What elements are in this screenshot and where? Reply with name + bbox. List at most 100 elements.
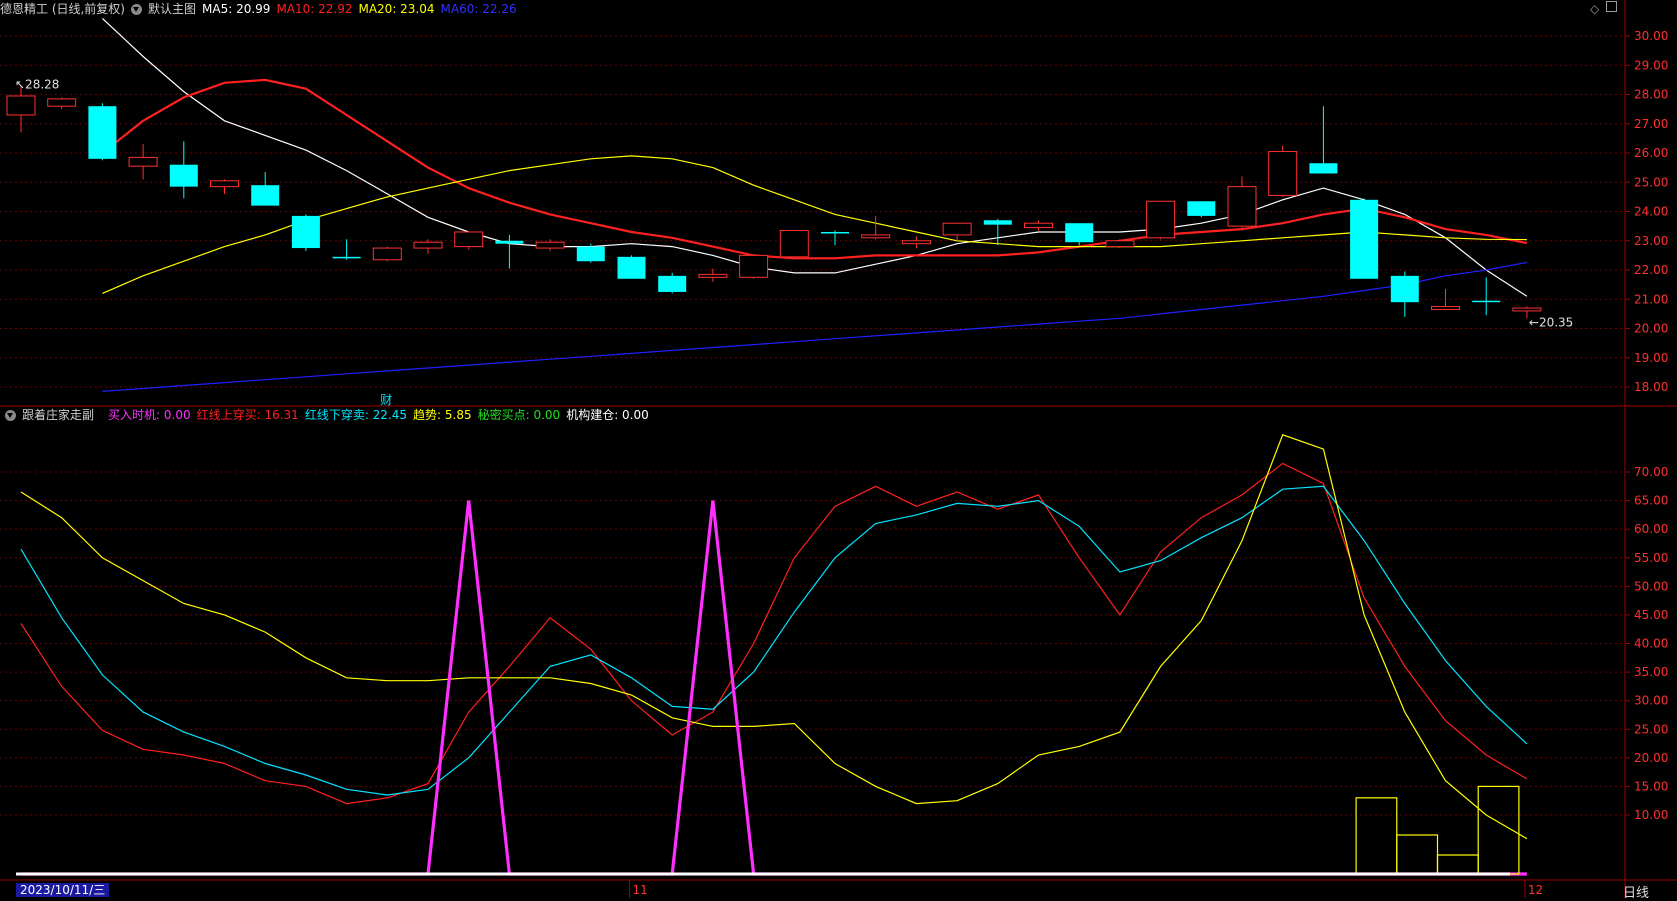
- candle-body: [495, 240, 524, 244]
- y-tick-label: 20.00: [1634, 751, 1668, 765]
- candle-body: [1431, 306, 1460, 310]
- date-cursor-label: 2023/10/11/三: [16, 883, 110, 897]
- candle-body: [739, 254, 769, 278]
- trend-label: 趋势: 5.85: [413, 408, 472, 422]
- candle-body: [1472, 300, 1501, 303]
- y-tick-label: 50.00: [1634, 579, 1668, 593]
- period-label[interactable]: 日线: [1623, 882, 1649, 901]
- y-tick-label: 10.00: [1634, 808, 1668, 822]
- buy-timing-line: [21, 500, 1527, 876]
- red-cross-down-label: 红线下穿卖: 22.45: [304, 408, 408, 422]
- candle-body: [291, 215, 320, 249]
- candle-body: [983, 220, 1012, 225]
- indicator-line-趋势: [20, 434, 1528, 840]
- candle-body: [576, 246, 605, 262]
- candle-body: [779, 230, 809, 258]
- candle-body: [210, 180, 239, 188]
- y-tick-label: 30.00: [1634, 29, 1668, 43]
- secret-buy-label: 秘密买点: 0.00: [477, 408, 561, 422]
- y-tick-label: 15.00: [1634, 779, 1668, 793]
- y-tick-label: 18.00: [1634, 380, 1668, 394]
- candle-body: [169, 164, 198, 187]
- trend-box: [1436, 854, 1479, 875]
- max-price-annotation: ↖28.28: [15, 77, 59, 91]
- candle-body: [1512, 307, 1542, 312]
- main-indicator-name[interactable]: 默认主图: [148, 0, 196, 18]
- candle-body: [1227, 186, 1257, 227]
- candle-body: [1309, 163, 1338, 174]
- y-tick-label: 25.00: [1634, 722, 1668, 736]
- stock-title[interactable]: 德恩精工 (日线,前复权): [0, 0, 125, 18]
- ma10-label: MA10: 22.92: [276, 2, 353, 16]
- candle-body: [1390, 275, 1419, 303]
- candle-body: [1268, 151, 1298, 196]
- dropdown-icon[interactable]: [5, 409, 16, 421]
- y-tick-label: 22.00: [1634, 263, 1668, 277]
- candle-body: [1105, 240, 1135, 248]
- candle-body: [901, 240, 931, 245]
- institution-label: 机构建仓: 0.00: [566, 408, 649, 422]
- y-tick-label: 19.00: [1634, 351, 1668, 365]
- y-tick-label: 30.00: [1634, 694, 1668, 708]
- y-tick-label: 70.00: [1634, 465, 1668, 479]
- ma20-label: MA20: 23.04: [358, 2, 435, 16]
- window-icon[interactable]: [1606, 1, 1617, 12]
- diamond-icon[interactable]: ◇: [1590, 2, 1599, 16]
- candle-body: [698, 273, 728, 278]
- candle-body: [1024, 222, 1053, 229]
- ma-line-ma5: [101, 17, 1528, 297]
- y-tick-label: 20.00: [1634, 322, 1668, 336]
- y-tick-label: 60.00: [1634, 522, 1668, 536]
- y-tick-label: 23.00: [1634, 234, 1668, 248]
- finance-marker: 财: [380, 393, 392, 407]
- candle-body: [617, 256, 646, 279]
- y-tick-label: 45.00: [1634, 608, 1668, 622]
- y-tick-label: 55.00: [1634, 551, 1668, 565]
- candle-body: [88, 106, 117, 159]
- candle-body: [1146, 200, 1176, 239]
- candle-body: [1350, 199, 1379, 279]
- y-tick-label: 24.00: [1634, 205, 1668, 219]
- red-cross-up-label: 红线上穿买: 16.31: [196, 408, 299, 422]
- candle-body: [372, 247, 402, 261]
- y-tick-label: 25.00: [1634, 175, 1668, 189]
- candle-body: [47, 98, 77, 107]
- candle-body: [413, 241, 443, 249]
- y-tick-label: 27.00: [1634, 117, 1668, 131]
- y-tick-label: 40.00: [1634, 637, 1668, 651]
- indicator-line-红线下穿卖: [20, 485, 1528, 796]
- chart-canvas[interactable]: 18.00 19.00 20.00 21.00 22.00 23.00 24.00 25.00…: [0, 0, 1677, 898]
- ma-line-ma60: [102, 261, 1528, 392]
- y-tick-label: 28.00: [1634, 88, 1668, 102]
- y-tick-label: 65.00: [1634, 494, 1668, 508]
- y-tick-label: 29.00: [1634, 58, 1668, 72]
- dropdown-icon[interactable]: [131, 3, 142, 15]
- candle-body: [251, 185, 280, 206]
- y-tick-label: 35.00: [1634, 665, 1668, 679]
- candle-body: [942, 222, 972, 236]
- candle-body: [6, 95, 36, 116]
- candle-body: [861, 234, 891, 239]
- sub-indicator-name[interactable]: 跟着庄家走副: [22, 406, 94, 424]
- candle-body: [821, 231, 849, 234]
- candle-body: [454, 231, 484, 248]
- buy-timing-label: 买入时机: 0.00: [108, 408, 191, 422]
- candle-body: [332, 256, 361, 259]
- min-price-annotation: ←20.35: [1529, 315, 1573, 329]
- trend-box: [1355, 797, 1398, 875]
- main-pane-header: 德恩精工 (日线,前复权) 默认主图 MA5: 20.99 MA10: 22.9…: [0, 0, 523, 18]
- candle-body: [1187, 201, 1216, 216]
- y-tick-label: 21.00: [1634, 292, 1668, 306]
- trend-box: [1396, 834, 1439, 875]
- sub-pane-header: 跟着庄家走副 买入时机: 0.00 红线上穿买: 16.31 红线下穿卖: 22…: [0, 406, 655, 424]
- indicator-line-红线上穿买: [20, 462, 1528, 805]
- candle-body: [1065, 223, 1094, 243]
- ma5-label: MA5: 20.99: [202, 2, 271, 16]
- y-tick-label: 26.00: [1634, 146, 1668, 160]
- candle-body: [658, 275, 687, 292]
- x-tick-label: 11: [633, 883, 648, 897]
- x-tick-label: 12: [1528, 883, 1543, 897]
- ma60-label: MA60: 22.26: [440, 2, 517, 16]
- candle-body: [128, 156, 158, 167]
- candle-body: [535, 241, 565, 249]
